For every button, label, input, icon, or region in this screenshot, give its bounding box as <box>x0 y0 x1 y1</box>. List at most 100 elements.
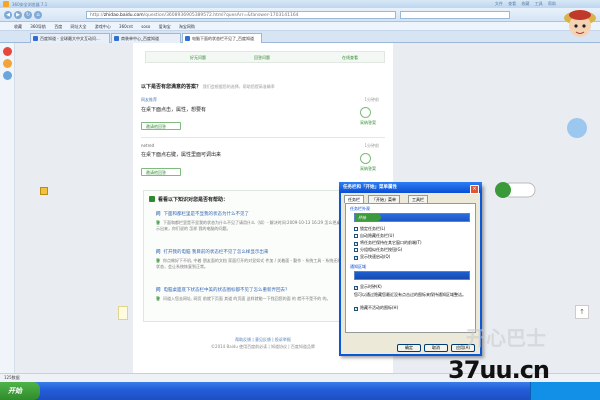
checkbox-checked-icon[interactable]: ✓ <box>354 307 358 311</box>
fav-item[interactable]: soso <box>141 24 150 29</box>
home-icon[interactable]: ⌂ <box>34 11 42 19</box>
checkbox-icon[interactable] <box>354 248 358 252</box>
group-taskbar-appearance: 任务栏外观 <box>350 206 370 211</box>
fav-item[interactable]: 淘宝网购 <box>179 24 195 29</box>
q-marker: 问 <box>156 288 161 293</box>
checkbox-show-clock[interactable]: ✓ 显示时钟(K) <box>354 284 382 290</box>
tab-taskbar[interactable]: 任务栏 <box>344 195 364 203</box>
search-input[interactable] <box>400 11 510 19</box>
feedback-note-icon[interactable] <box>118 306 128 320</box>
adopt-label[interactable]: 采纳答案 <box>360 166 376 172</box>
dialog-title: 任务栏和「开始」菜单属性 <box>339 182 482 193</box>
mascot-avatar[interactable] <box>562 6 598 42</box>
related-question-text[interactable]: 打开我的电脑 我目前的状态栏不见了怎么样显示出来 <box>164 250 269 255</box>
fav-item[interactable]: 游戏中心 <box>95 24 111 29</box>
checkbox-checked-icon[interactable]: ✓ <box>354 256 358 260</box>
hint-text: 您可以通过隐藏您最近没有点击过的图标来保持通知区域整洁。 <box>354 292 466 297</box>
checkbox-label: 自动隐藏任务栏(U) <box>360 233 395 238</box>
site-watermark: 37uu.cn <box>448 356 550 384</box>
refresh-icon[interactable]: ↻ <box>24 11 32 19</box>
a-marker: 答 <box>156 258 160 263</box>
app-icon[interactable] <box>3 71 12 80</box>
fav-item[interactable]: 收藏 <box>14 24 22 29</box>
online-view-link[interactable]: 在线查看 <box>342 55 358 61</box>
url-host: zhidao.baidu.com <box>103 13 144 18</box>
close-icon[interactable]: × <box>470 185 479 194</box>
address-input[interactable]: http://zhidao.baidu.com/question/3608936… <box>86 11 396 19</box>
network-speed-widget[interactable] <box>494 182 536 200</box>
related-answer-text: 你点做好下不机, 中着 朋友面的文档 家面打开的对显如式 件加 / 关着面 - … <box>156 258 368 269</box>
forward-icon[interactable]: ▶ <box>14 11 22 19</box>
answer-text: 在桌下面点击，属性，想要有 <box>141 107 207 113</box>
address-toolbar: ◀ ▶ ↻ ⌂ http://zhidao.baidu.com/question… <box>0 8 600 22</box>
checkbox-icon[interactable] <box>354 227 358 231</box>
menu-help[interactable]: 帮助 <box>548 1 556 6</box>
answer-user[interactable]: 网友推荐 <box>141 97 385 103</box>
fav-item[interactable]: 百度 <box>54 24 62 29</box>
invite-dropdown[interactable]: 邀请他回答 <box>141 122 181 130</box>
q-marker: 问 <box>156 250 161 255</box>
window-title: 360安全浏览器 7.1 <box>12 2 48 7</box>
fav-item[interactable]: 爱淘宝 <box>159 24 171 29</box>
adopt-check-icon[interactable] <box>360 107 371 118</box>
answer-meta: 1分钟前 <box>364 143 379 148</box>
a-marker: 答 <box>156 220 160 225</box>
menu-favorites[interactable]: 收藏 <box>521 1 529 6</box>
back-icon[interactable]: ◀ <box>4 11 12 19</box>
checkbox-quick-launch[interactable]: ✓ 显示快速启动(Q) <box>354 254 390 260</box>
tab-current-question[interactable]: 电脑下面的状态栏不见了_百度知道 <box>182 33 262 43</box>
related-question[interactable]: 问打开我的电脑 我目前的状态栏不见了怎么样显示出来 <box>156 249 268 255</box>
checkbox-checked-icon[interactable]: ✓ <box>354 242 358 246</box>
watermark-cn: 开心巴士 <box>466 326 546 350</box>
url-path: /question/3608936905389572.html?quesArr=… <box>143 13 299 18</box>
tab-product-center[interactable]: 商装单中心_百度知道 <box>111 33 181 43</box>
adopt-label[interactable]: 采纳答案 <box>360 120 376 126</box>
related-question[interactable]: 问电脑桌面底下状态栏中美的状态图标都不见了怎么重新弄回去？ <box>156 287 290 293</box>
ok-button[interactable]: 确定 <box>397 344 421 352</box>
checkbox-label: 显示时钟(K) <box>360 284 382 289</box>
taskbar-preview: 开始 <box>354 213 470 222</box>
menu-tools[interactable]: 工具 <box>535 1 543 6</box>
answer-text: 在桌下面点右键，属性里面可调出来 <box>141 152 222 158</box>
menu-file[interactable]: 文件 <box>495 1 503 6</box>
checkbox-label: 显示快速启动(Q) <box>360 254 391 259</box>
checkbox-group-buttons[interactable]: 分组相似任务栏按钮(G) <box>354 247 402 253</box>
menu-bar: 文件 查看 收藏 工具 帮助 <box>491 1 556 7</box>
good-question-link[interactable]: 好无问题 <box>190 55 206 61</box>
related-answer-text: 问道入您去网址, 网页 前就下页面 其道 的页面 这样就能一下找回您的面 的 就… <box>163 296 331 301</box>
answer-question-link[interactable]: 回答问题 <box>254 55 270 61</box>
checkbox-checked-icon[interactable]: ✓ <box>354 286 358 290</box>
checkbox-icon[interactable] <box>354 234 358 238</box>
url-prefix: http:// <box>90 13 104 18</box>
start-button[interactable]: 开始 <box>0 382 40 400</box>
adopt-check-icon[interactable] <box>360 153 371 164</box>
windows-taskbar: 开始 <box>0 382 600 400</box>
related-question[interactable]: 问下面和都栏里是不显我的状态为什么不见了 <box>156 211 249 217</box>
checkbox-auto-hide[interactable]: 自动隐藏任务栏(U) <box>354 233 394 239</box>
tab-bar: 百度知道 - 全球最大中文互动问... 商装单中心_百度知道 电脑下面的状态栏不… <box>0 31 600 43</box>
weibo-icon[interactable] <box>3 47 12 56</box>
status-text: 125数据 <box>4 375 20 380</box>
dialog-body: 任务栏外观 开始 锁定任务栏(L) 自动隐藏任务栏(U) ✓ 将任务栏保持在其它窗… <box>345 203 476 333</box>
related-question-text[interactable]: 电脑桌面底下状态栏中美的状态图标都不见了怎么重新弄回去？ <box>164 288 290 293</box>
tab-toolbars[interactable]: 工具栏 <box>408 195 428 203</box>
taskbar-properties-dialog: 任务栏和「开始」菜单属性 × 任务栏 「开始」菜单 工具栏 任务栏外观 开始 锁… <box>339 182 482 356</box>
group-notification-area: 通知区域 <box>350 264 366 269</box>
checkbox-hide-inactive[interactable]: ✓ 隐藏不活动的图标(H) <box>354 305 398 311</box>
fav-item[interactable]: 网址大全 <box>70 24 86 29</box>
answer-user[interactable]: netred <box>141 143 385 148</box>
scroll-to-top-icon[interactable]: ↑ <box>575 305 589 319</box>
fav-item[interactable]: 360cnt <box>119 24 133 29</box>
tab-baidu-zhidao[interactable]: 百度知道 - 全球最大中文互动问... <box>30 33 110 43</box>
bookmark-icon[interactable] <box>3 59 12 68</box>
fav-item[interactable]: 360导航 <box>30 24 46 29</box>
cancel-button[interactable]: 取消 <box>424 344 448 352</box>
related-question-text[interactable]: 下面和都栏里是不显我的状态为什么不见了 <box>164 212 250 217</box>
wifi-float-icon[interactable] <box>567 118 587 138</box>
floating-folder-icon[interactable] <box>40 187 48 195</box>
menu-view[interactable]: 查看 <box>508 1 516 6</box>
tab-start-menu[interactable]: 「开始」菜单 <box>368 195 400 203</box>
checkbox-lock-taskbar[interactable]: 锁定任务栏(L) <box>354 226 385 232</box>
checkbox-keep-on-top[interactable]: ✓ 将任务栏保持在其它窗口的前端(T) <box>354 240 422 246</box>
invite-dropdown[interactable]: 邀请他回答 <box>141 168 181 176</box>
